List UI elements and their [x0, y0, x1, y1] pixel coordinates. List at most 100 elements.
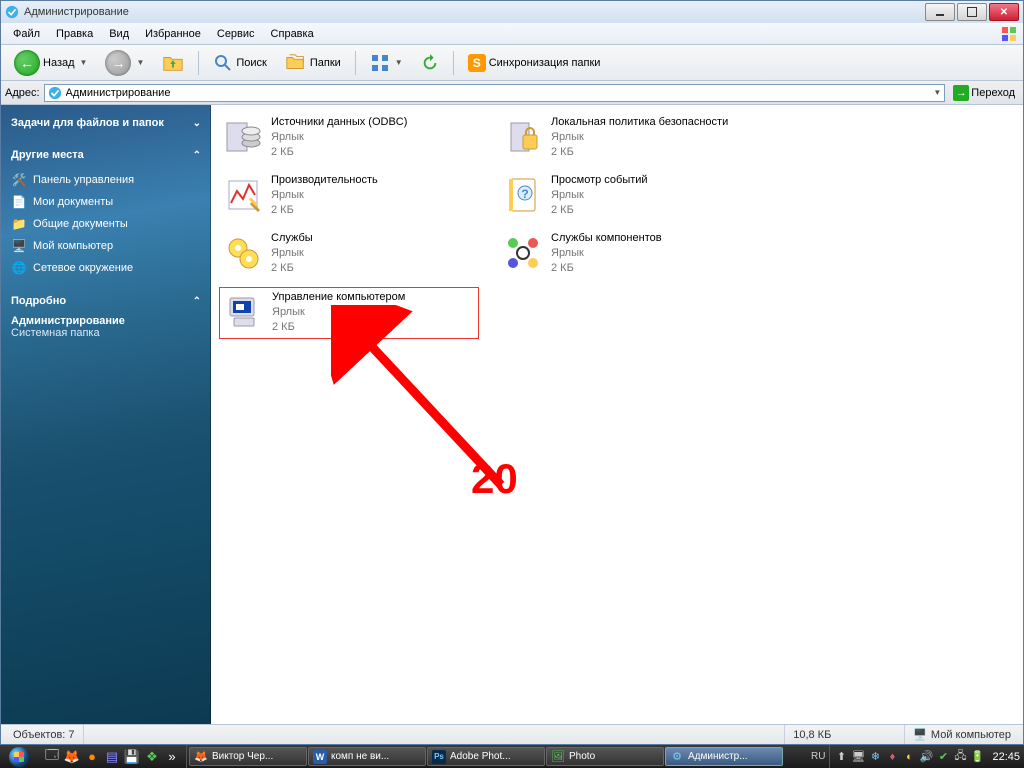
- windows-flag-icon[interactable]: [999, 25, 1019, 43]
- sidebar-item-label: Мой компьютер: [33, 240, 113, 252]
- maximize-button[interactable]: [957, 3, 987, 21]
- menu-help[interactable]: Справка: [263, 26, 322, 42]
- file-icon: [501, 115, 545, 159]
- sidebar-item-my-computer[interactable]: 🖥️ Мой компьютер: [9, 235, 203, 257]
- sidebar-header-file-tasks[interactable]: Задачи для файлов и папок ⌄: [9, 113, 203, 133]
- sidebar-item-shared-documents[interactable]: 📁 Общие документы: [9, 213, 203, 235]
- file-info: Локальная политика безопасностиЯрлык2 КБ: [551, 115, 728, 160]
- nav-back-button[interactable]: ← Назад ▼: [7, 46, 94, 80]
- file-type: Ярлык: [272, 305, 405, 320]
- address-input-wrapper[interactable]: ▼: [44, 84, 946, 102]
- start-button[interactable]: [0, 745, 38, 768]
- menu-tools[interactable]: Сервис: [209, 26, 263, 42]
- sidebar-title: Подробно: [11, 295, 66, 307]
- file-item[interactable]: Управление компьютеромЯрлык2 КБ: [219, 287, 479, 339]
- file-name: Службы: [271, 231, 313, 246]
- window-buttons: [925, 3, 1019, 21]
- ql-totalcmd-icon[interactable]: ▤: [104, 749, 120, 765]
- address-input[interactable]: [66, 87, 928, 99]
- file-item[interactable]: Локальная политика безопасностиЯрлык2 КБ: [499, 113, 759, 165]
- nav-forward-button[interactable]: → ▼: [98, 46, 151, 80]
- status-location-label: Мой компьютер: [931, 729, 1011, 741]
- details-desc: Системная папка: [11, 327, 201, 339]
- file-name: Производительность: [271, 173, 378, 188]
- file-icon: ?: [501, 173, 545, 217]
- titlebar-icon: [5, 5, 19, 19]
- file-item[interactable]: Службы компонентовЯрлык2 КБ: [499, 229, 759, 281]
- sidebar-panel-file-tasks: Задачи для файлов и папок ⌄: [9, 113, 203, 133]
- file-grid: Источники данных (ODBC)Ярлык2 КБ Локальна…: [211, 105, 1023, 347]
- taskbar-tasks: 🦊Виктор Чер...Wкомп не ви...PsAdobe Phot…: [187, 745, 807, 768]
- menu-view[interactable]: Вид: [101, 26, 137, 42]
- svg-text:?: ?: [521, 187, 528, 201]
- refresh-button[interactable]: [414, 50, 446, 76]
- file-name: Управление компьютером: [272, 290, 405, 305]
- titlebar[interactable]: Администрирование: [1, 1, 1023, 23]
- task-icon: ⚙: [670, 750, 684, 764]
- file-type: Ярлык: [271, 130, 407, 145]
- status-location: 🖥️ Мой компьютер: [905, 725, 1019, 744]
- nav-up-button[interactable]: [155, 48, 191, 78]
- file-size: 2 КБ: [272, 320, 405, 335]
- tray-icon[interactable]: ❄: [868, 750, 882, 764]
- file-info: ПроизводительностьЯрлык2 КБ: [271, 173, 378, 218]
- details-name: Администрирование: [11, 315, 201, 327]
- statusbar: Объектов: 7 10,8 КБ 🖥️ Мой компьютер: [1, 724, 1023, 744]
- menu-favorites[interactable]: Избранное: [137, 26, 209, 42]
- file-item[interactable]: Источники данных (ODBC)Ярлык2 КБ: [219, 113, 479, 165]
- taskbar-task[interactable]: 🖼Photo: [546, 747, 664, 766]
- tray-icon[interactable]: ⬆: [834, 750, 848, 764]
- sidebar-item-label: Общие документы: [33, 218, 128, 230]
- file-item[interactable]: СлужбыЯрлык2 КБ: [219, 229, 479, 281]
- tray-icon[interactable]: ♦: [885, 750, 899, 764]
- tray-icon[interactable]: ✔: [936, 750, 950, 764]
- chevron-down-icon: ⌄: [193, 118, 201, 129]
- search-button[interactable]: Поиск: [206, 49, 273, 77]
- folders-label: Папки: [310, 57, 341, 69]
- taskbar-task[interactable]: ⚙Администр...: [665, 747, 783, 766]
- tray-icon[interactable]: 🖥: [851, 750, 865, 764]
- file-item[interactable]: ?Просмотр событийЯрлык2 КБ: [499, 171, 759, 223]
- sync-button[interactable]: S Синхронизация папки: [461, 50, 608, 76]
- close-button[interactable]: [989, 3, 1019, 21]
- taskbar-task[interactable]: 🦊Виктор Чер...: [189, 747, 307, 766]
- file-item[interactable]: ПроизводительностьЯрлык2 КБ: [219, 171, 479, 223]
- ql-qip-icon[interactable]: ❖: [144, 749, 160, 765]
- language-indicator[interactable]: RU: [807, 751, 829, 762]
- ql-save-icon[interactable]: 💾: [124, 749, 140, 765]
- network-icon: 🌐: [11, 260, 27, 276]
- folders-button[interactable]: Папки: [278, 48, 348, 78]
- ql-firefox-icon[interactable]: 🦊: [64, 749, 80, 765]
- view-mode-button[interactable]: ▼: [363, 49, 410, 77]
- sidebar-header-other-places[interactable]: Другие места ⌃: [9, 145, 203, 165]
- file-info: СлужбыЯрлык2 КБ: [271, 231, 313, 276]
- tray-icon[interactable]: ◐: [902, 750, 916, 764]
- ql-show-desktop-icon[interactable]: 🗔: [44, 749, 60, 765]
- taskbar-task[interactable]: PsAdobe Phot...: [427, 747, 545, 766]
- file-type: Ярлык: [271, 246, 313, 261]
- quick-launch: 🗔 🦊 ● ▤ 💾 ❖ »: [38, 745, 187, 768]
- menu-edit[interactable]: Правка: [48, 26, 101, 42]
- task-label: Adobe Phot...: [450, 751, 511, 762]
- tray-battery-icon[interactable]: 🔋: [970, 750, 984, 764]
- documents-icon: 📄: [11, 194, 27, 210]
- chevron-up-icon: ⌃: [193, 296, 201, 307]
- file-list-area[interactable]: Источники данных (ODBC)Ярлык2 КБ Локальна…: [211, 105, 1023, 724]
- sidebar-header-details[interactable]: Подробно ⌃: [9, 291, 203, 311]
- sidebar-item-control-panel[interactable]: 🛠️ Панель управления: [9, 169, 203, 191]
- address-dropdown-icon[interactable]: ▼: [933, 88, 941, 97]
- taskbar-clock[interactable]: 22:45: [988, 751, 1024, 763]
- address-label: Адрес:: [5, 87, 40, 99]
- back-arrow-icon: ←: [14, 50, 40, 76]
- ql-more-icon[interactable]: »: [164, 749, 180, 765]
- tray-network-icon[interactable]: 🖧: [953, 750, 967, 764]
- minimize-button[interactable]: [925, 3, 955, 21]
- go-button[interactable]: → Переход: [949, 84, 1019, 102]
- ql-mediaplayer-icon[interactable]: ●: [84, 749, 100, 765]
- sidebar-item-network[interactable]: 🌐 Сетевое окружение: [9, 257, 203, 279]
- taskbar-task[interactable]: Wкомп не ви...: [308, 747, 426, 766]
- tray-volume-icon[interactable]: 🔊: [919, 750, 933, 764]
- search-label: Поиск: [236, 57, 266, 69]
- sidebar-item-my-documents[interactable]: 📄 Мои документы: [9, 191, 203, 213]
- menu-file[interactable]: Файл: [5, 26, 48, 42]
